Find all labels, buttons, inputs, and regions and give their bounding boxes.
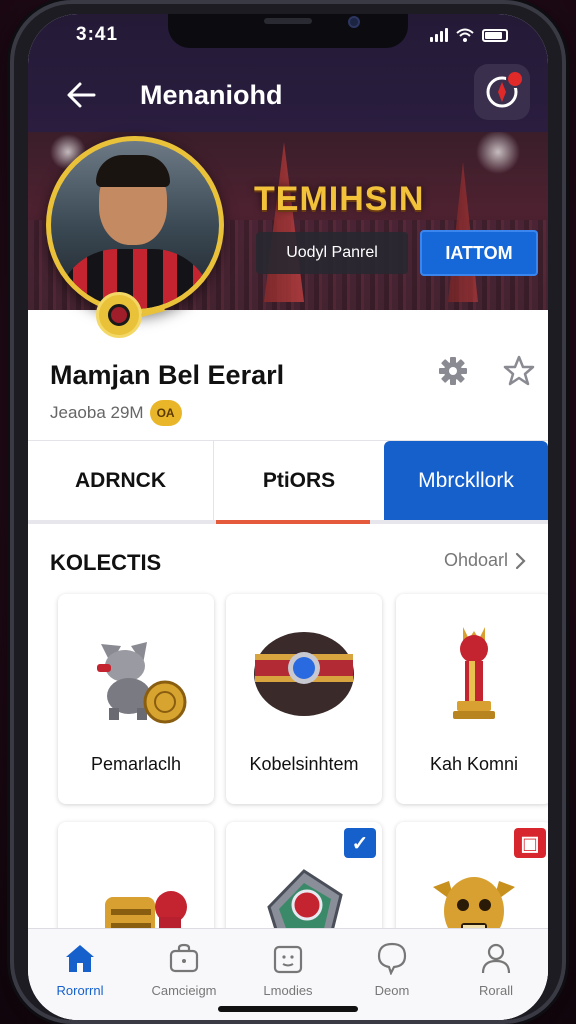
collection-card-label: Kobelsinhtem [249, 754, 359, 774]
section-title: KOLECTIS [50, 550, 162, 575]
chat-icon [377, 942, 407, 975]
collection-card-label: Pemarlaclh [90, 754, 182, 774]
nav-item-label: Rorall [479, 983, 513, 998]
chevron-right-icon [515, 552, 526, 569]
player-avatar[interactable] [46, 136, 224, 314]
top-bar: 3:41 Menaniohd [28, 14, 548, 132]
bookmark-badge-icon: ▣ [514, 828, 546, 858]
device-notch [168, 14, 408, 48]
section-see-all-link[interactable]: Ohdoarl [444, 550, 526, 571]
gear-icon[interactable] [436, 354, 470, 388]
collection-card[interactable]: Pemarlaclh [58, 594, 214, 804]
tab-second[interactable]: PtiORS [214, 441, 384, 524]
verified-check-icon: ✓ [344, 828, 376, 858]
profile-name: Mamjan Bel Eerarl [50, 360, 285, 390]
gargoyle-figure-icon [97, 642, 187, 724]
status-icons [430, 28, 508, 42]
home-indicator[interactable] [218, 1006, 358, 1012]
battery-icon [482, 29, 508, 42]
signal-icon [430, 28, 448, 42]
nav-item-label: Lmodies [263, 983, 313, 998]
ring-artifact-icon [254, 632, 354, 716]
nav-item-profile[interactable]: Rorall [444, 929, 548, 1020]
nav-item-label: Camcieigm [151, 983, 217, 998]
hero-action-button[interactable]: IATTOM [420, 230, 538, 276]
club-badge-icon [96, 292, 142, 338]
chess-king-figure-icon [453, 627, 495, 719]
app-screen: 3:41 Menaniohd TEMIHSIN Uodyl Panrel IAT… [28, 14, 548, 1020]
collection-card[interactable]: Kah Komni [396, 594, 548, 804]
nav-item-label: Deom [374, 983, 410, 998]
nav-item-label: Rororrnl [56, 983, 104, 998]
page-title: Menaniohd [140, 80, 283, 110]
profile-tabs: ADRNCK PtiORS Mbrckllork [28, 440, 548, 524]
nav-item-home[interactable]: Rororrnl [28, 929, 132, 1020]
home-icon [66, 945, 94, 972]
calendar-icon [273, 945, 303, 974]
phone-frame: 3:41 Menaniohd TEMIHSIN Uodyl Panrel IAT… [10, 0, 566, 1024]
notification-button[interactable] [474, 64, 530, 120]
hero-title: TEMIHSIN [254, 180, 425, 218]
star-icon[interactable] [502, 354, 536, 388]
tab-third[interactable]: Mbrckllork [384, 441, 548, 520]
wifi-icon [456, 28, 474, 42]
collection-card-label: Kah Komni [429, 754, 519, 774]
bag-icon [169, 943, 199, 973]
back-arrow-icon[interactable] [64, 78, 98, 112]
profile-badge: OA [149, 400, 182, 426]
profile-meta-text: Jeaoba 29M [50, 403, 144, 422]
profile-meta: Jeaoba 29M OA [50, 400, 182, 426]
profile-icon [481, 943, 511, 974]
section-link-label: Ohdoarl [443, 550, 508, 570]
status-time: 3:41 [76, 24, 119, 45]
hero-subtitle: Uodyl Panrel [256, 232, 408, 274]
tab-first[interactable]: ADRNCK [28, 441, 214, 520]
collection-card[interactable]: Kobelsinhtem [226, 594, 382, 804]
notification-dot [506, 70, 524, 88]
